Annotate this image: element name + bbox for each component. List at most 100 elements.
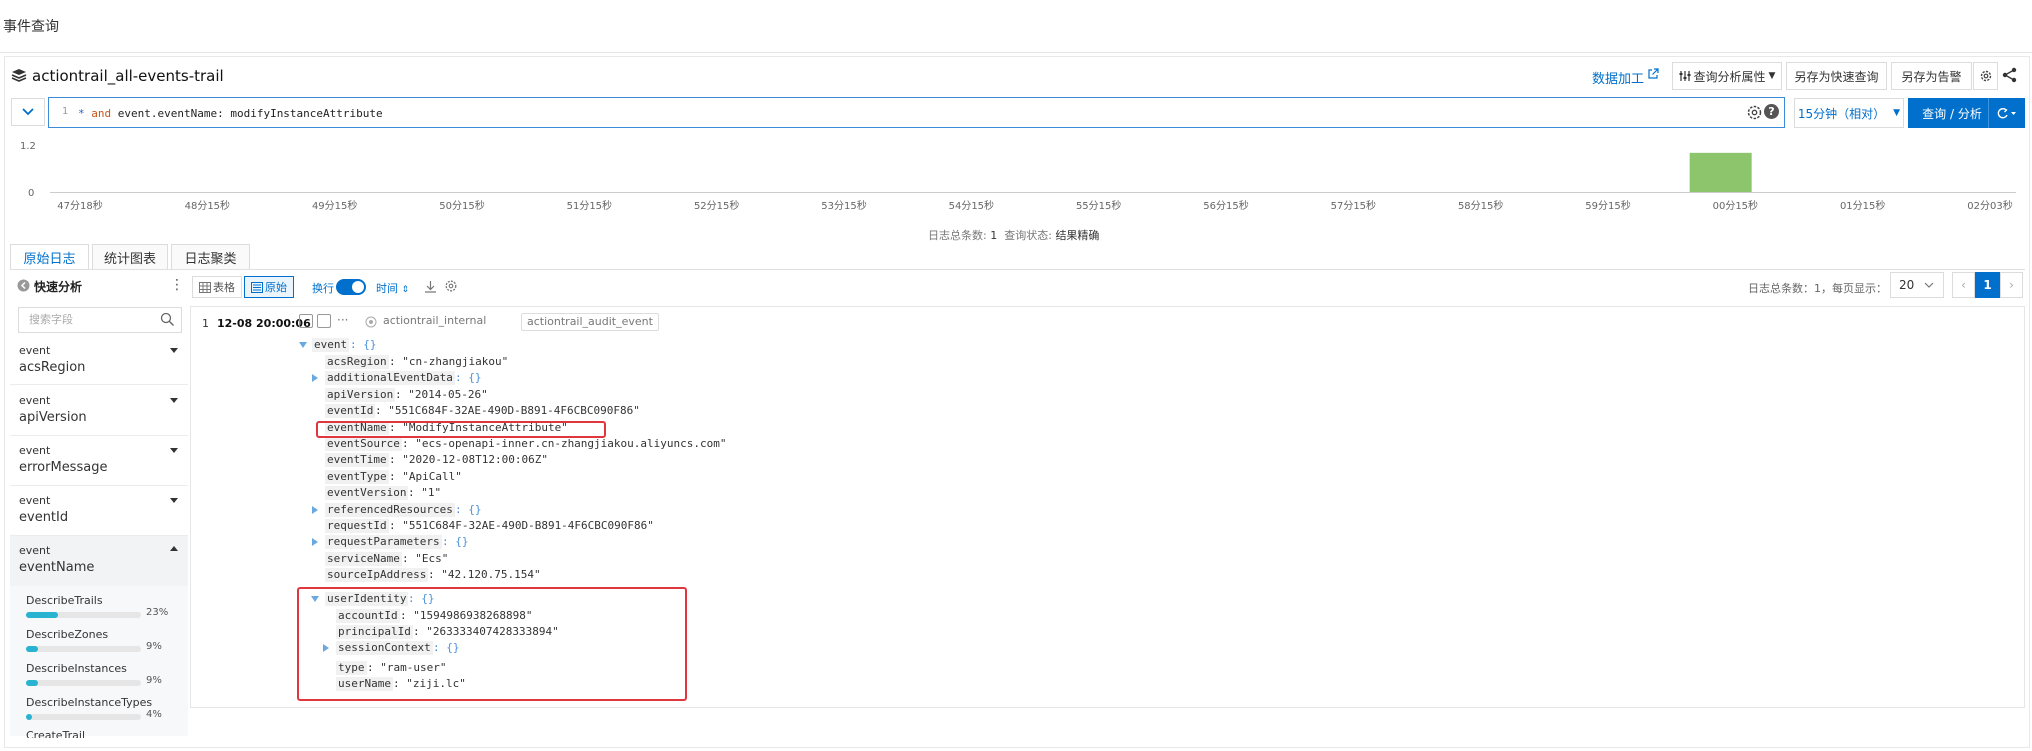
histogram-summary: 日志总条数: 1 查询状态: 结果精确	[928, 227, 1099, 243]
sort-time-button[interactable]: 时间 ⇕	[376, 280, 409, 296]
json-key: sourceIpAddress	[325, 568, 429, 583]
histogram-x-label: 52分15秒	[694, 199, 739, 212]
value-percent: 9%	[146, 641, 162, 652]
field-search-input[interactable]: 搜索字段	[18, 307, 182, 333]
json-key: eventId	[325, 404, 376, 419]
json-value: : {}	[455, 371, 482, 385]
view-table-button[interactable]: 表格	[192, 276, 242, 298]
summary-status-label: 查询状态:	[1004, 229, 1052, 242]
value-bar	[26, 714, 141, 720]
histogram-x-label: 53分15秒	[821, 199, 866, 212]
help-icon[interactable]: ?	[1764, 104, 1779, 119]
external-link-icon[interactable]	[1647, 68, 1659, 80]
value-bar-fill	[26, 612, 58, 618]
caret-down-icon: ▼	[1768, 71, 1776, 81]
search-icon[interactable]	[160, 312, 175, 327]
histogram-x-label: 59分15秒	[1585, 199, 1630, 212]
field-group: event	[19, 444, 51, 457]
page-size-select[interactable]: 20	[1890, 272, 1944, 298]
caret-down-icon	[170, 448, 178, 453]
more-horizontal-icon[interactable]: ···	[337, 313, 348, 327]
value-percent: 9%	[146, 675, 162, 686]
caret-up-icon	[170, 546, 178, 551]
histogram-x-label: 48分15秒	[185, 199, 230, 212]
value-label: DescribeZones	[26, 628, 109, 641]
expand-toggle-icon[interactable]	[312, 374, 318, 383]
time-range-select[interactable]: 15分钟（相对） ▼	[1794, 98, 1904, 128]
field-group: event	[19, 344, 51, 357]
value-percent: 23%	[146, 607, 169, 618]
current-page-button[interactable]: 1	[1975, 272, 2000, 298]
refresh-button[interactable]	[1988, 98, 2025, 128]
collapse-query-button[interactable]	[11, 98, 45, 126]
tag-icon	[365, 316, 377, 328]
histogram-bar[interactable]	[1689, 152, 1752, 192]
value-label: DescribeInstanceTypes	[26, 696, 153, 709]
chevron-down-icon	[1924, 282, 1934, 288]
sort-icon: ⇕	[401, 285, 410, 295]
value-label: DescribeInstances	[26, 662, 127, 675]
json-key: requestParameters	[325, 535, 442, 550]
save-alert-button[interactable]: 另存为告警	[1891, 62, 1972, 90]
histogram-x-label: 55分15秒	[1076, 199, 1121, 212]
prev-page-button[interactable]: ‹	[1952, 272, 1975, 298]
pagination-total: 日志总条数：1，每页显示：	[1748, 282, 1887, 295]
value-bar	[26, 612, 141, 618]
expand-toggle-icon[interactable]	[312, 505, 318, 514]
refresh-icon	[1997, 107, 2016, 119]
field-item-eventid[interactable]: event eventId	[10, 486, 188, 536]
field-name: eventId	[19, 510, 69, 525]
context-browse-icon[interactable]	[299, 314, 313, 328]
value-label-partial: CreateTrail	[26, 729, 86, 738]
field-name: apiVersion	[19, 410, 87, 425]
collapse-arrow-icon[interactable]	[17, 279, 30, 292]
field-item-acsregion[interactable]: event acsRegion	[10, 336, 188, 385]
data-process-link[interactable]: 数据加工	[1592, 68, 1644, 87]
share-icon[interactable]	[2001, 66, 2019, 84]
value-bar	[26, 680, 141, 686]
log-tag: actiontrail_audit_event	[521, 313, 659, 331]
json-key: eventVersion	[325, 486, 409, 501]
field-name: eventName	[19, 560, 95, 575]
search-analyze-button[interactable]: 查询 / 分析	[1908, 98, 1996, 128]
summary-status-value: 结果精确	[1055, 229, 1100, 242]
settings-button[interactable]	[1973, 62, 1998, 90]
value-percent: 4%	[146, 709, 162, 720]
next-page-button[interactable]: ›	[2000, 272, 2023, 298]
tab-raw-logs[interactable]: 原始日志	[10, 244, 89, 270]
save-quick-query-button[interactable]: 另存为快速查询	[1786, 62, 1887, 90]
gear-icon[interactable]	[444, 279, 458, 293]
query-props-label: 查询分析属性	[1693, 69, 1766, 84]
value-label: DescribeTrails	[26, 594, 103, 607]
divider	[0, 52, 2032, 53]
tab-charts[interactable]: 统计图表	[92, 244, 168, 270]
json-key: eventTime	[325, 453, 389, 468]
expand-toggle-icon[interactable]	[312, 538, 318, 547]
json-key: eventType	[325, 469, 389, 484]
value-bar	[26, 646, 141, 652]
histogram-x-label: 56分15秒	[1203, 199, 1248, 212]
json-key: apiVersion	[325, 387, 396, 402]
more-vertical-icon[interactable]: ⋮	[170, 277, 184, 293]
expand-toggle-icon[interactable]	[299, 342, 307, 348]
histogram-x-label: 57分15秒	[1331, 199, 1376, 212]
json-key: requestId	[325, 519, 389, 533]
histogram-x-label: 50分15秒	[439, 199, 484, 212]
logstore-icon	[11, 69, 27, 82]
json-key: referencedResources	[325, 502, 455, 517]
query-settings-icon[interactable]	[1746, 104, 1763, 121]
view-raw-button[interactable]: 原始	[244, 276, 294, 298]
field-name: errorMessage	[19, 460, 108, 475]
field-item-apiversion[interactable]: event apiVersion	[10, 386, 188, 436]
tab-log-cluster[interactable]: 日志聚类	[171, 244, 250, 270]
livetail-icon[interactable]	[317, 314, 331, 328]
sort-label: 时间	[376, 282, 398, 295]
histogram-x-label: 54分15秒	[949, 199, 994, 212]
download-icon[interactable]	[424, 280, 437, 293]
wrap-toggle[interactable]	[336, 279, 366, 295]
query-props-button[interactable]: 查询分析属性 ▼	[1672, 62, 1782, 90]
field-item-errormessage[interactable]: event errorMessage	[10, 436, 188, 486]
query-text[interactable]: * and event.eventName: modifyInstanceAtt…	[78, 107, 383, 120]
query-keyword: and	[91, 107, 112, 120]
field-item-eventname[interactable]: event eventName	[10, 536, 188, 586]
